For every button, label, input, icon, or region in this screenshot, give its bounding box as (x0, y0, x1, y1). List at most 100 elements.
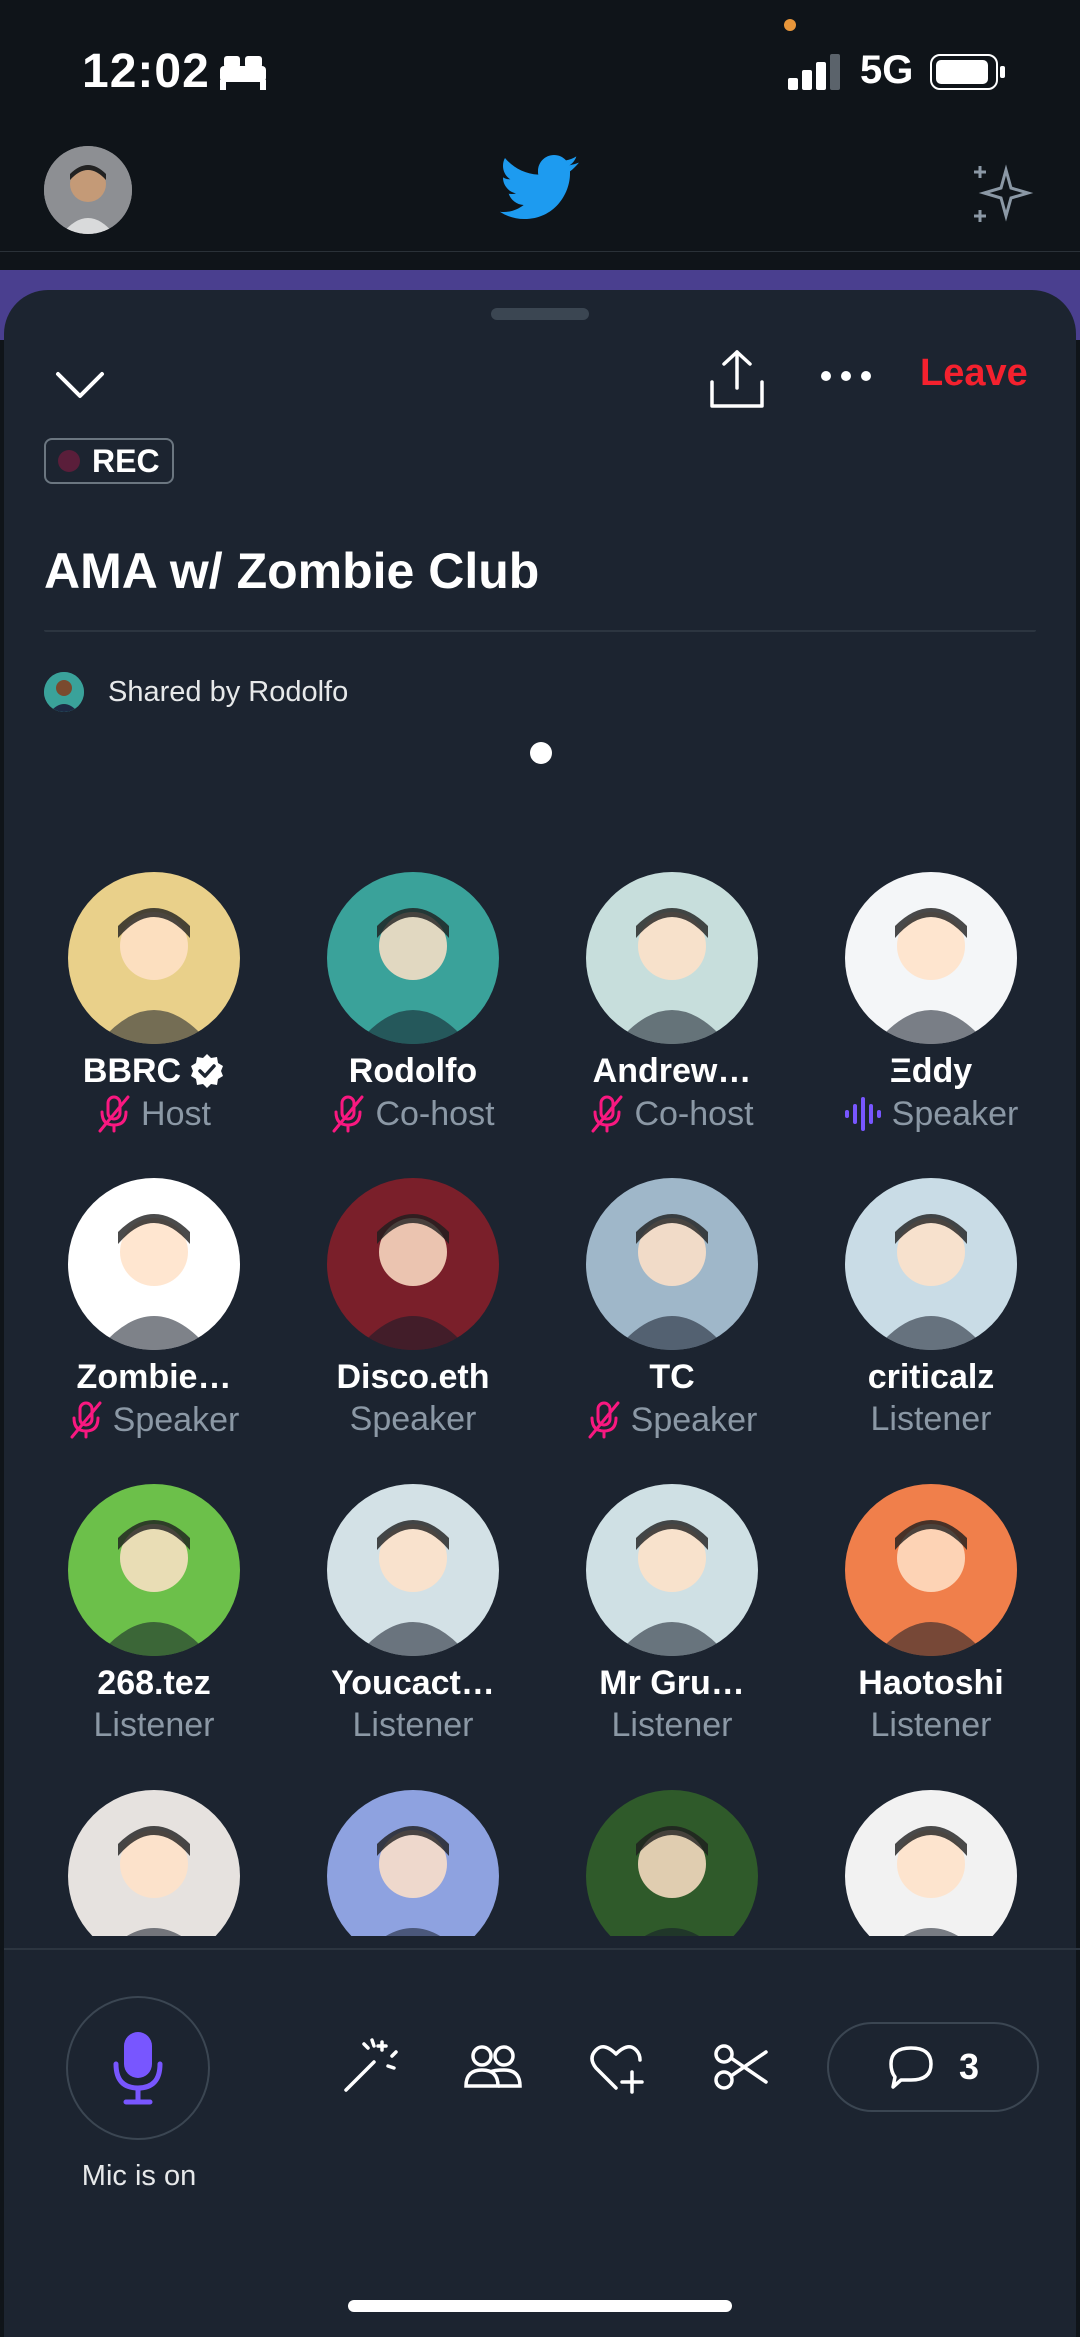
leave-button[interactable]: Leave (920, 352, 1028, 395)
sparkle-icon[interactable] (966, 160, 1036, 230)
participant-tile[interactable]: Haotoshi Listener (801, 1484, 1061, 1745)
mic-button[interactable] (66, 1996, 210, 2140)
scissors-clip-icon[interactable] (710, 2036, 772, 2098)
signal-icon (788, 54, 840, 90)
app-header (0, 140, 1080, 252)
avatar-illustration-icon (875, 908, 987, 1044)
participant-role: Listener (542, 1706, 802, 1745)
participant-avatar (68, 1484, 240, 1656)
verified-badge-icon (191, 1054, 224, 1088)
participant-role-text: Co-host (634, 1094, 754, 1133)
participant-tile[interactable]: 268.tez Listener (24, 1484, 284, 1745)
profile-avatar[interactable] (44, 146, 132, 234)
avatar-illustration-icon (636, 1826, 708, 1936)
participant-avatar (68, 872, 240, 1044)
participant-name: Andrew… (542, 1050, 802, 1092)
participant-tile[interactable]: criticalz Listener (801, 1178, 1061, 1439)
space-sheet: Leave REC AMA w/ Zombie Club Shared by R… (4, 290, 1080, 2337)
participant-tile[interactable] (24, 1790, 284, 1936)
avatar-illustration-icon (377, 1826, 449, 1936)
participant-tile[interactable]: Andrew… Co-host (542, 872, 802, 1134)
participant-role-text: Host (141, 1094, 211, 1133)
participant-tile[interactable]: Mr Gru… Listener (542, 1484, 802, 1745)
avatar-illustration-icon (875, 1214, 987, 1350)
participant-role: Speaker (542, 1400, 802, 1440)
avatar-illustration-icon (616, 1520, 728, 1656)
people-icon[interactable] (462, 2036, 524, 2098)
participant-avatar (586, 1484, 758, 1656)
more-options-icon[interactable] (816, 356, 876, 396)
participant-role: Speaker (24, 1400, 284, 1440)
participant-tile[interactable]: Rodolfo Co-host (283, 872, 543, 1134)
mic-muted-icon (70, 1401, 102, 1439)
participant-role-text: Listener (870, 1706, 992, 1744)
magic-wand-icon[interactable] (338, 2036, 400, 2098)
participant-tile[interactable]: TC Speaker (542, 1178, 802, 1440)
participant-tile[interactable]: Disco.eth Speaker (283, 1178, 543, 1439)
participant-avatar (327, 1178, 499, 1350)
avatar-illustration-icon (44, 146, 132, 234)
title-divider (44, 630, 1036, 632)
sharer-avatar (44, 672, 84, 712)
participant-avatar (327, 1790, 499, 1936)
home-indicator (348, 2300, 732, 2312)
participant-grid: BBRC Host Rodolfo Co-host Andrew… Co-host Ξddy… (4, 872, 1076, 1936)
avatar-illustration-icon (616, 908, 728, 1044)
participant-avatar (845, 872, 1017, 1044)
avatar-illustration-icon (895, 1826, 967, 1936)
participant-tile[interactable] (801, 1790, 1061, 1936)
share-icon[interactable] (704, 346, 770, 412)
status-bar: 12:02 5G (0, 0, 1080, 140)
participant-avatar (68, 1790, 240, 1936)
avatar-illustration-icon (357, 1214, 469, 1350)
sheet-grabber[interactable] (491, 308, 589, 320)
microphone-icon (113, 2032, 163, 2105)
participant-role: Speaker (801, 1094, 1061, 1134)
participant-name: Ξddy (801, 1050, 1061, 1092)
participant-name-text: Mr Gru… (599, 1663, 745, 1702)
participant-tile[interactable]: Zombie… Speaker (24, 1178, 284, 1440)
participant-role-text: Listener (352, 1706, 474, 1744)
participant-tile[interactable]: Ξddy Speaker (801, 872, 1061, 1134)
participant-name-text: TC (649, 1357, 695, 1396)
participant-tile[interactable]: Youcact… Listener (283, 1484, 543, 1745)
participant-role: Listener (801, 1706, 1061, 1745)
participant-tile[interactable] (283, 1790, 543, 1936)
heart-plus-icon[interactable] (586, 2036, 648, 2098)
page-indicator-dot (530, 742, 552, 764)
speaking-waveform-icon (844, 1097, 881, 1131)
mic-muted-icon (98, 1095, 130, 1133)
chevron-down-icon[interactable] (52, 356, 108, 412)
recording-dot-icon (58, 450, 80, 472)
participant-avatar (68, 1178, 240, 1350)
participant-tile[interactable] (542, 1790, 802, 1936)
participant-role-text: Listener (870, 1400, 992, 1438)
participant-avatar (845, 1790, 1017, 1936)
participant-avatar (327, 872, 499, 1044)
twitter-bird-icon[interactable] (500, 154, 580, 222)
participant-avatar (845, 1178, 1017, 1350)
bottom-divider (4, 1948, 1080, 1950)
participant-name-text: Haotoshi (858, 1663, 1004, 1702)
participant-name: Mr Gru… (542, 1662, 802, 1704)
avatar-illustration-icon (98, 1214, 210, 1350)
participant-name-text: criticalz (867, 1357, 995, 1396)
participant-role-text: Speaker (349, 1400, 477, 1438)
participant-role: Host (24, 1094, 284, 1134)
rec-badge: REC (44, 438, 174, 484)
participant-name: criticalz (801, 1356, 1061, 1398)
participant-name: Youcact… (283, 1662, 543, 1704)
comments-button[interactable]: 3 (827, 2022, 1039, 2112)
avatar-illustration-icon (875, 1520, 987, 1656)
participant-role: Listener (24, 1706, 284, 1745)
participant-role-text: Listener (93, 1706, 215, 1744)
battery-icon (930, 54, 1005, 90)
participant-tile[interactable]: BBRC Host (24, 872, 284, 1134)
sleep-focus-icon (220, 56, 266, 90)
participant-avatar (586, 1178, 758, 1350)
participant-name: BBRC (24, 1050, 284, 1092)
status-time: 12:02 (82, 45, 210, 98)
shared-by-row[interactable]: Shared by Rodolfo (44, 672, 348, 712)
chat-bubble-icon (889, 2046, 933, 2089)
participant-name: 268.tez (24, 1662, 284, 1704)
